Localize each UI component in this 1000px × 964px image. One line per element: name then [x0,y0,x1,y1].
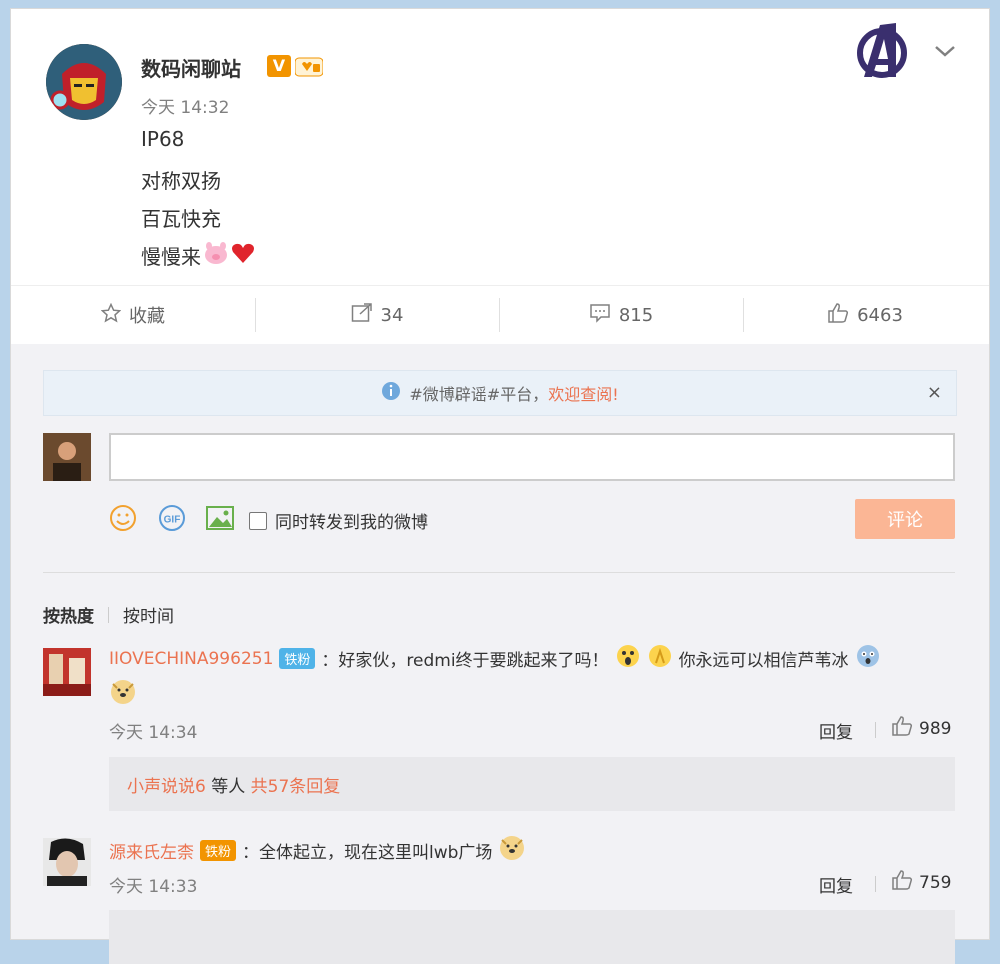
like-button[interactable]: 6463 [743,286,987,344]
smiley-icon[interactable] [109,504,137,537]
post-text-line-with-emoji: 慢慢来 [141,241,255,270]
comment-like-count: 989 [919,718,952,739]
reply-button[interactable]: 回复 [819,872,853,897]
commenter-avatar[interactable] [43,838,91,886]
comment-input[interactable] [109,433,955,481]
star-icon [100,302,122,328]
thumbs-up-icon [891,870,913,895]
sub-replies-summary-partial[interactable] [109,910,955,964]
like-count: 6463 [857,304,903,326]
my-avatar[interactable] [43,433,91,481]
pig-emoji-icon [203,241,229,270]
comment-text: ：好家伙，redmi终于要跳起来了吗！ [321,651,609,671]
comments-section: #微博辟谣#平台， 欢迎查阅! × GIF 同时转发到我的微博 评论 按热度 按… [11,344,989,964]
repost-count: 34 [380,304,404,326]
svg-text:GIF: GIF [164,515,181,526]
notice-link[interactable]: 欢迎查阅! [548,381,618,405]
rumor-notice-banner: #微博辟谣#平台， 欢迎查阅! × [43,370,957,416]
comment-body: IIOVECHINA996251 铁粉 ：好家伙，redmi终于要跳起来了吗！ … [109,643,881,674]
commenter-name[interactable]: 源来氏左柰 [109,838,194,863]
post-text-line: IP68 [141,127,185,151]
reply-button[interactable]: 回复 [819,718,853,743]
submit-comment-button[interactable]: 评论 [855,499,955,539]
verified-badge: V [267,55,291,77]
post-action-bar: 收藏 34 815 6463 [11,285,989,345]
sort-by-hot-tab[interactable]: 按热度 [43,602,94,627]
doge-emoji-line [109,678,137,711]
comment-button[interactable]: 815 [499,286,743,344]
fan-badge-icon [294,56,324,78]
action-divider [875,722,876,738]
info-icon [381,381,401,405]
comment-text: ：全体起立，现在这里叫lwb广场 [242,843,493,863]
gif-icon[interactable]: GIF [157,504,187,537]
fan-badge: 铁粉 [200,840,237,861]
sub-replies-summary[interactable]: 小声说说6 等人 共57条回复 [109,757,955,811]
sub-reply-mid: 等人 [205,776,251,797]
comment-count: 815 [618,304,654,326]
sub-reply-count-link[interactable]: 共57条回复 [251,772,341,797]
avengers-logo-icon [854,21,910,81]
heart-emoji-icon [231,242,255,269]
pray-emoji-icon [647,643,673,674]
favorite-label: 收藏 [129,306,165,327]
sub-reply-user[interactable]: 小声说说6 [127,772,206,797]
post-timestamp[interactable]: 今天 14:32 [141,93,229,118]
shocked-emoji-icon [615,643,641,674]
comment-like-count: 759 [919,872,952,893]
author-avatar[interactable] [46,44,122,120]
thumbs-up-icon [891,716,913,741]
repost-checkbox-label[interactable]: 同时转发到我的微博 [275,508,428,533]
comment-like-button[interactable]: 759 [891,870,951,895]
scared-emoji-icon [855,643,881,674]
comment-timestamp[interactable]: 今天 14:33 [109,872,197,897]
sort-divider [108,606,109,623]
image-icon[interactable] [205,505,235,536]
chevron-down-icon[interactable] [933,41,957,61]
doge-emoji-icon [109,678,137,711]
comment-icon [589,303,611,328]
fan-badge: 铁粉 [279,648,316,669]
weibo-post-card: 数码闲聊站 V 今天 14:32 IP68 对称双扬 百瓦快充 慢慢来 收藏 3… [10,8,990,964]
post-text-line: 对称双扬 [141,169,221,193]
post-text-line: 百瓦快充 [141,207,221,231]
comment-like-button[interactable]: 989 [891,716,951,741]
sort-by-time-tab[interactable]: 按时间 [123,602,174,627]
composer-toolbar: GIF 同时转发到我的微博 [109,504,428,537]
section-divider [43,572,955,573]
repost-checkbox[interactable] [249,511,267,530]
close-icon[interactable]: × [927,382,942,403]
favorite-button[interactable]: 收藏 [11,286,255,344]
sort-tabs: 按热度 按时间 [43,602,174,627]
comment-text-continued: 你永远可以相信芦苇冰 [678,651,849,671]
commenter-avatar[interactable] [43,648,91,696]
commenter-name[interactable]: IIOVECHINA996251 [109,649,273,669]
author-name[interactable]: 数码闲聊站 [141,53,241,82]
post-text: 慢慢来 [141,245,201,269]
repost-button[interactable]: 34 [255,286,499,344]
doge-emoji-icon [498,834,526,867]
comment-body: 源来氏左柰 铁粉 ：全体起立，现在这里叫lwb广场 [109,834,526,867]
repost-icon [351,302,373,328]
comment-timestamp[interactable]: 今天 14:34 [109,718,197,743]
notice-text: #微博辟谣#平台， [409,385,549,404]
thumbs-up-icon [827,302,849,328]
action-divider [875,876,876,892]
